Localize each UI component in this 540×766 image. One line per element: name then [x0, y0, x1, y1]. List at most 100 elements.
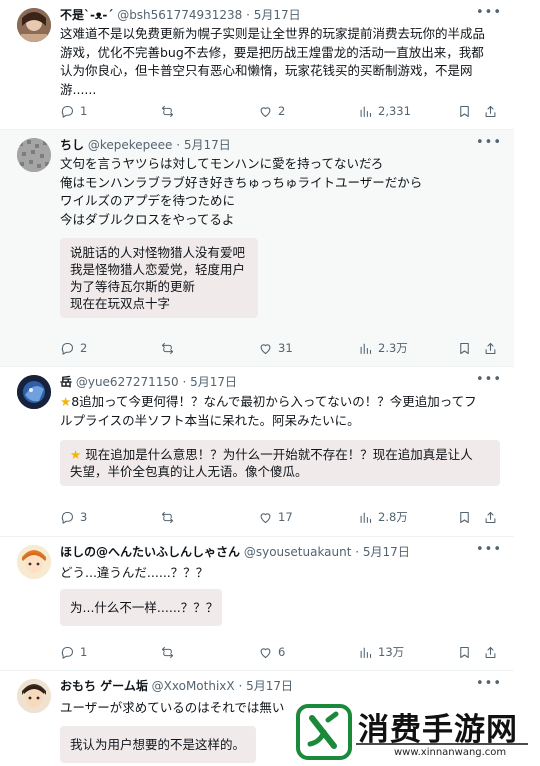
share-button[interactable]: [483, 507, 498, 527]
post-date[interactable]: · 5月17日: [182, 375, 237, 389]
repost-button[interactable]: [160, 101, 180, 121]
post-date[interactable]: · 5月17日: [246, 8, 301, 22]
user-handle[interactable]: @yue627271150: [76, 375, 179, 389]
like-button[interactable]: 6: [258, 642, 285, 662]
repost-icon: [161, 511, 174, 523]
translation-line: 失望，半价全包真的让人无语。像个傻瓜。: [70, 464, 308, 479]
post-header: 不是`-ᴥ-´ @bsh561774931238 · 5月17日 •••: [60, 4, 502, 24]
share-icon: [485, 511, 496, 523]
action-bar: 1 2 2,331: [60, 101, 500, 121]
post-text-line: ワイルズのアプデを待つために: [60, 193, 236, 208]
more-options-icon[interactable]: •••: [476, 371, 502, 389]
translation-box: 我认为用户想要的不是这样的。: [60, 726, 256, 763]
reply-post[interactable]: 不是`-ᴥ-´ @bsh561774931238 · 5月17日 ••• 这难道…: [0, 0, 514, 130]
translation-box: 说脏话的人对怪物猎人没有爱吧 我是怪物猎人恋爱党，轻度用户 为了等待瓦尔斯的更新…: [60, 238, 258, 318]
share-button[interactable]: [483, 642, 498, 662]
reply-post[interactable]: ほしの@へんたいふしんしゃさん @syousetuakaunt · 5月17日 …: [0, 537, 514, 671]
share-button[interactable]: [483, 101, 498, 121]
post-text: 这难道不是以免费更新为幌子实则是让全世界的玩家提前消费去玩你的半成品 游戏，优化…: [60, 25, 502, 99]
bookmark-icon: [460, 342, 469, 354]
translation-line: 说脏话的人对怪物猎人没有爱吧: [70, 245, 246, 260]
like-button[interactable]: 2: [258, 101, 285, 121]
reply-button[interactable]: 2: [60, 338, 87, 358]
reply-count: 3: [80, 510, 88, 524]
display-name[interactable]: おもち ゲーム垢: [60, 679, 148, 693]
reply-button[interactable]: 3: [60, 507, 87, 527]
display-name[interactable]: ちし: [60, 138, 84, 152]
post-text-line: ユーザーが求めているのはそれでは無い: [60, 700, 285, 715]
post-text: ユーザーが求めているのはそれでは無い: [60, 699, 285, 718]
reply-button[interactable]: 1: [60, 642, 87, 662]
translation-box: 为...什么不一样......？？？: [60, 589, 222, 626]
more-options-icon[interactable]: •••: [476, 541, 502, 559]
bookmark-icon: [460, 646, 469, 658]
bookmark-button[interactable]: [457, 338, 472, 358]
display-name[interactable]: 不是`-ᴥ-´: [60, 8, 113, 22]
share-icon: [485, 105, 496, 117]
views-button[interactable]: 2.3万: [358, 338, 408, 358]
display-name[interactable]: ほしの@へんたいふしんしゃさん: [60, 545, 240, 559]
like-count: 31: [278, 341, 293, 355]
timeline-feed: 不是`-ᴥ-´ @bsh561774931238 · 5月17日 ••• 这难道…: [0, 0, 514, 765]
user-handle[interactable]: @XxoMothixX: [152, 679, 235, 693]
reply-icon: [61, 511, 74, 524]
like-button[interactable]: 17: [258, 507, 293, 527]
views-count: 2.3万: [378, 341, 408, 355]
user-handle[interactable]: @syousetuakaunt: [244, 545, 352, 559]
bookmark-button[interactable]: [457, 642, 472, 662]
post-header: 岳 @yue627271150 · 5月17日 •••: [60, 371, 502, 391]
views-count: 2,331: [378, 104, 411, 118]
repost-button[interactable]: [160, 642, 180, 662]
post-text: 文句を言うヤツらは対してモンハンに愛を持ってないだろ 俺はモンハンラブラブ好き好…: [60, 155, 502, 229]
like-button[interactable]: 31: [258, 338, 293, 358]
post-text-line: 文句を言うヤツらは対してモンハンに愛を持ってないだろ: [60, 156, 384, 171]
action-bar: 2 31 2.3万: [60, 338, 500, 358]
views-button[interactable]: 2,331: [358, 101, 411, 121]
watermark-title: 消费手游网: [358, 712, 518, 748]
post-date[interactable]: · 5月17日: [238, 679, 293, 693]
reply-icon: [61, 646, 74, 659]
translation-line: ★ 现在追加是什么意思！？为什么一开始就不存在！？现在追加真是让人: [70, 447, 473, 462]
reply-post[interactable]: ちし @kepekepeee · 5月17日 ••• 文句を言うヤツらは対してモ…: [0, 130, 514, 367]
watermark-url: www.xinnanwang.com: [394, 747, 507, 758]
avatar[interactable]: [17, 545, 51, 579]
more-options-icon[interactable]: •••: [476, 675, 502, 693]
more-options-icon[interactable]: •••: [476, 134, 502, 152]
reply-icon: [61, 342, 74, 355]
repost-button[interactable]: [160, 338, 180, 358]
user-handle[interactable]: @bsh561774931238: [117, 8, 242, 22]
avatar[interactable]: [17, 8, 51, 42]
display-name[interactable]: 岳: [60, 375, 72, 389]
heart-icon: [260, 647, 271, 658]
post-text-line: 游戏，优化不完善bug不去修，要是把历战王煌雷龙的活动一直放出来，我都: [60, 44, 484, 60]
post-text-line: 认为你良心，但卡普空只有恶心和懒惰，玩家花钱买的买断制游戏，不是网: [60, 63, 473, 78]
avatar[interactable]: [17, 138, 51, 172]
reply-post[interactable]: 岳 @yue627271150 · 5月17日 ••• ★8追加って今更何得！？…: [0, 367, 514, 537]
share-button[interactable]: [483, 338, 498, 358]
post-date[interactable]: · 5月17日: [176, 138, 231, 152]
post-date[interactable]: · 5月17日: [355, 545, 410, 559]
reply-button[interactable]: 1: [60, 101, 87, 121]
translation-line: 我是怪物猎人恋爱党，轻度用户: [70, 262, 246, 277]
share-icon: [485, 342, 496, 354]
views-icon: [360, 106, 372, 117]
more-options-icon[interactable]: •••: [476, 4, 502, 22]
heart-icon: [260, 343, 271, 354]
like-count: 6: [278, 645, 286, 659]
views-icon: [360, 512, 372, 523]
translation-line: 现在在玩双点十字: [70, 296, 171, 311]
bookmark-button[interactable]: [457, 101, 472, 121]
views-button[interactable]: 2.8万: [358, 507, 408, 527]
repost-button[interactable]: [160, 507, 180, 527]
post-text-line: 游......: [60, 81, 97, 97]
avatar[interactable]: [17, 375, 51, 409]
post-text-line: ルプライスの半ソフト本当に呆れた。阿呆みたいに。: [60, 412, 360, 428]
views-icon: [360, 647, 372, 658]
avatar[interactable]: [17, 679, 51, 713]
like-count: 2: [278, 104, 286, 118]
views-button[interactable]: 13万: [358, 642, 404, 662]
action-bar: 1 6 13万: [60, 642, 500, 662]
user-handle[interactable]: @kepekepeee: [88, 138, 173, 152]
post-header: ほしの@へんたいふしんしゃさん @syousetuakaunt · 5月17日 …: [60, 541, 502, 561]
bookmark-button[interactable]: [457, 507, 472, 527]
